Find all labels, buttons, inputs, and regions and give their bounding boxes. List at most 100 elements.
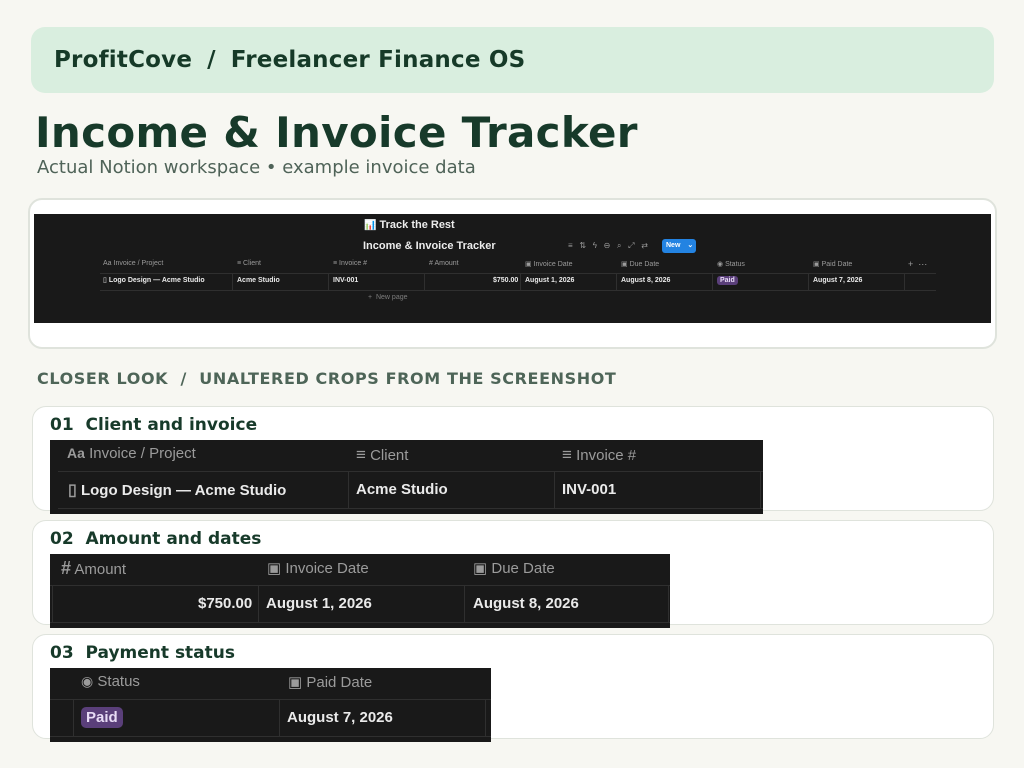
cell-paid-date[interactable]: August 7, 2026	[287, 709, 393, 726]
cell-due-date[interactable]: August 8, 2026	[621, 277, 670, 284]
lines-icon: ≡	[333, 260, 338, 267]
col-label: Amount	[74, 561, 127, 578]
cell-status[interactable]: Paid	[717, 276, 738, 285]
col-header-invoice-no[interactable]: ≡ Invoice #	[562, 445, 636, 465]
cell-project[interactable]: ▯ Logo Design — Acme Studio	[68, 480, 286, 500]
cell-amount[interactable]: $750.00	[198, 595, 252, 612]
cell-text: Logo Design — Acme Studio	[108, 277, 205, 284]
col-header-amount[interactable]: # Amount	[429, 260, 459, 267]
col-label: Invoice Date	[285, 560, 369, 577]
crop-title-text: Payment status	[85, 643, 236, 663]
col-header-status[interactable]: ◉ Status	[717, 260, 745, 268]
new-page-link[interactable]: + New page	[368, 294, 408, 301]
crop-card-payment-status: 03 Payment status ◉ Status ▣ Paid Date P…	[32, 634, 994, 742]
cell-due-date[interactable]: August 8, 2026	[473, 595, 579, 612]
col-header-client[interactable]: ≡ Client	[356, 445, 408, 465]
automation-icon[interactable]: ϟ	[593, 241, 597, 250]
col-header-invoice-date[interactable]: ▣ Invoice Date	[267, 559, 369, 577]
notion-screenshot: 📊 Track the Rest Income & Invoice Tracke…	[34, 214, 991, 323]
brand-separator: /	[207, 47, 216, 73]
crop-number: 01	[50, 415, 74, 435]
cell-invoice-date[interactable]: August 1, 2026	[266, 595, 372, 612]
col-label: Invoice / Project	[113, 260, 164, 267]
closer-look-label: CLOSER LOOK / UNALTERED CROPS FROM THE S…	[37, 369, 617, 388]
col-label: Amount	[434, 260, 459, 267]
crop-number: 03	[50, 643, 74, 663]
col-label: Status	[725, 261, 745, 268]
cell-project[interactable]: ▯ Logo Design — Acme Studio	[103, 276, 205, 284]
cell-amount[interactable]: $750.00	[493, 277, 518, 284]
col-label: Invoice #	[339, 260, 368, 267]
col-header-status[interactable]: ◉ Status	[81, 673, 140, 690]
cell-invoice-no[interactable]: INV-001	[562, 481, 616, 498]
cell-invoice-no[interactable]: INV-001	[333, 277, 358, 284]
crop-card-client-invoice: 01 Client and invoice Aa Invoice / Proje…	[32, 406, 994, 514]
col-label: Due Date	[491, 560, 555, 577]
col-label: Status	[97, 673, 140, 690]
hash-icon: #	[61, 558, 72, 578]
cell-client[interactable]: Acme Studio	[356, 481, 448, 498]
calendar-icon: ▣	[473, 560, 488, 577]
col-label: Paid Date	[821, 261, 853, 268]
cell-paid-date[interactable]: August 7, 2026	[813, 277, 862, 284]
crop-title-text: Amount and dates	[85, 529, 262, 549]
crop-card-amount-dates: 02 Amount and dates # Amount ▣ Invoice D…	[32, 520, 994, 628]
col-header-amount[interactable]: # Amount	[61, 558, 126, 579]
col-header-due-date[interactable]: ▣ Due Date	[621, 260, 659, 268]
text-icon: Aa	[103, 260, 112, 267]
crop-image-payment-status: ◉ Status ▣ Paid Date Paid August 7, 2026	[50, 668, 491, 742]
status-badge: Paid	[81, 707, 123, 728]
sort-icon[interactable]: ⇅	[579, 241, 586, 250]
filter-icon[interactable]: ≡	[568, 241, 573, 250]
chart-icon: 📊	[364, 220, 377, 231]
cell-status[interactable]: Paid	[81, 707, 123, 728]
col-label: Invoice #	[576, 447, 637, 464]
new-button[interactable]: New ⌄	[662, 239, 696, 253]
product-name: Freelancer Finance OS	[230, 47, 526, 73]
crop-title-text: Client and invoice	[85, 415, 258, 435]
database-title: Income & Invoice Tracker	[363, 240, 496, 252]
crop-title: 01 Client and invoice	[50, 415, 257, 435]
search-icon[interactable]: ⌕	[617, 241, 621, 250]
status-icon: ◉	[717, 261, 724, 268]
crop-image-client-invoice: Aa Invoice / Project ≡ Client ≡ Invoice …	[50, 440, 763, 514]
col-header-invoice-project[interactable]: Aa Invoice / Project	[67, 445, 196, 462]
cell-invoice-date[interactable]: August 1, 2026	[525, 277, 574, 284]
col-header-invoice-date[interactable]: ▣ Invoice Date	[525, 260, 573, 268]
col-label: Paid Date	[306, 674, 373, 691]
status-icon: ◉	[81, 673, 94, 689]
col-header-paid-date[interactable]: ▣ Paid Date	[813, 260, 852, 268]
col-label: Due Date	[629, 261, 660, 268]
chevron-down-icon: ⌄	[687, 242, 694, 249]
col-label: Invoice Date	[533, 261, 573, 268]
calendar-icon: ▣	[621, 261, 628, 268]
lines-icon: ≡	[356, 445, 366, 464]
crop-title: 03 Payment status	[50, 643, 235, 663]
add-property-icon[interactable]: + ⋯	[908, 259, 927, 270]
new-button-label: New	[666, 242, 681, 249]
brand-bar: ProfitCove / Freelancer Finance OS	[31, 27, 994, 93]
col-header-paid-date[interactable]: ▣ Paid Date	[288, 673, 372, 691]
col-label: Client	[370, 447, 409, 464]
new-page-label: New page	[375, 294, 408, 301]
col-header-invoice-no[interactable]: ≡ Invoice #	[333, 260, 367, 267]
cell-client[interactable]: Acme Studio	[237, 277, 280, 284]
brand-name[interactable]: ProfitCove	[54, 47, 192, 73]
lines-icon: ≡	[562, 445, 572, 464]
cell-text: Logo Design — Acme Studio	[80, 482, 287, 499]
expand-icon[interactable]: ⤢	[628, 241, 634, 250]
col-header-client[interactable]: ≡ Client	[237, 260, 261, 267]
text-icon: Aa	[67, 445, 85, 461]
notion-screenshot-card: 📊 Track the Rest Income & Invoice Tracke…	[28, 198, 997, 349]
calendar-icon: ▣	[525, 261, 532, 268]
col-header-invoice-project[interactable]: Aa Invoice / Project	[103, 260, 163, 267]
calendar-icon: ▣	[267, 560, 282, 577]
settings-icon[interactable]: ⇄	[641, 241, 648, 250]
crop-number: 02	[50, 529, 74, 549]
page-icon: ▯	[68, 482, 77, 499]
col-header-due-date[interactable]: ▣ Due Date	[473, 559, 555, 577]
page-title: Income & Invoice Tracker	[35, 108, 638, 157]
hash-icon: #	[429, 260, 433, 267]
notion-page-name[interactable]: 📊 Track the Rest	[364, 219, 455, 231]
zoom-icon[interactable]: ⊖	[604, 241, 611, 250]
